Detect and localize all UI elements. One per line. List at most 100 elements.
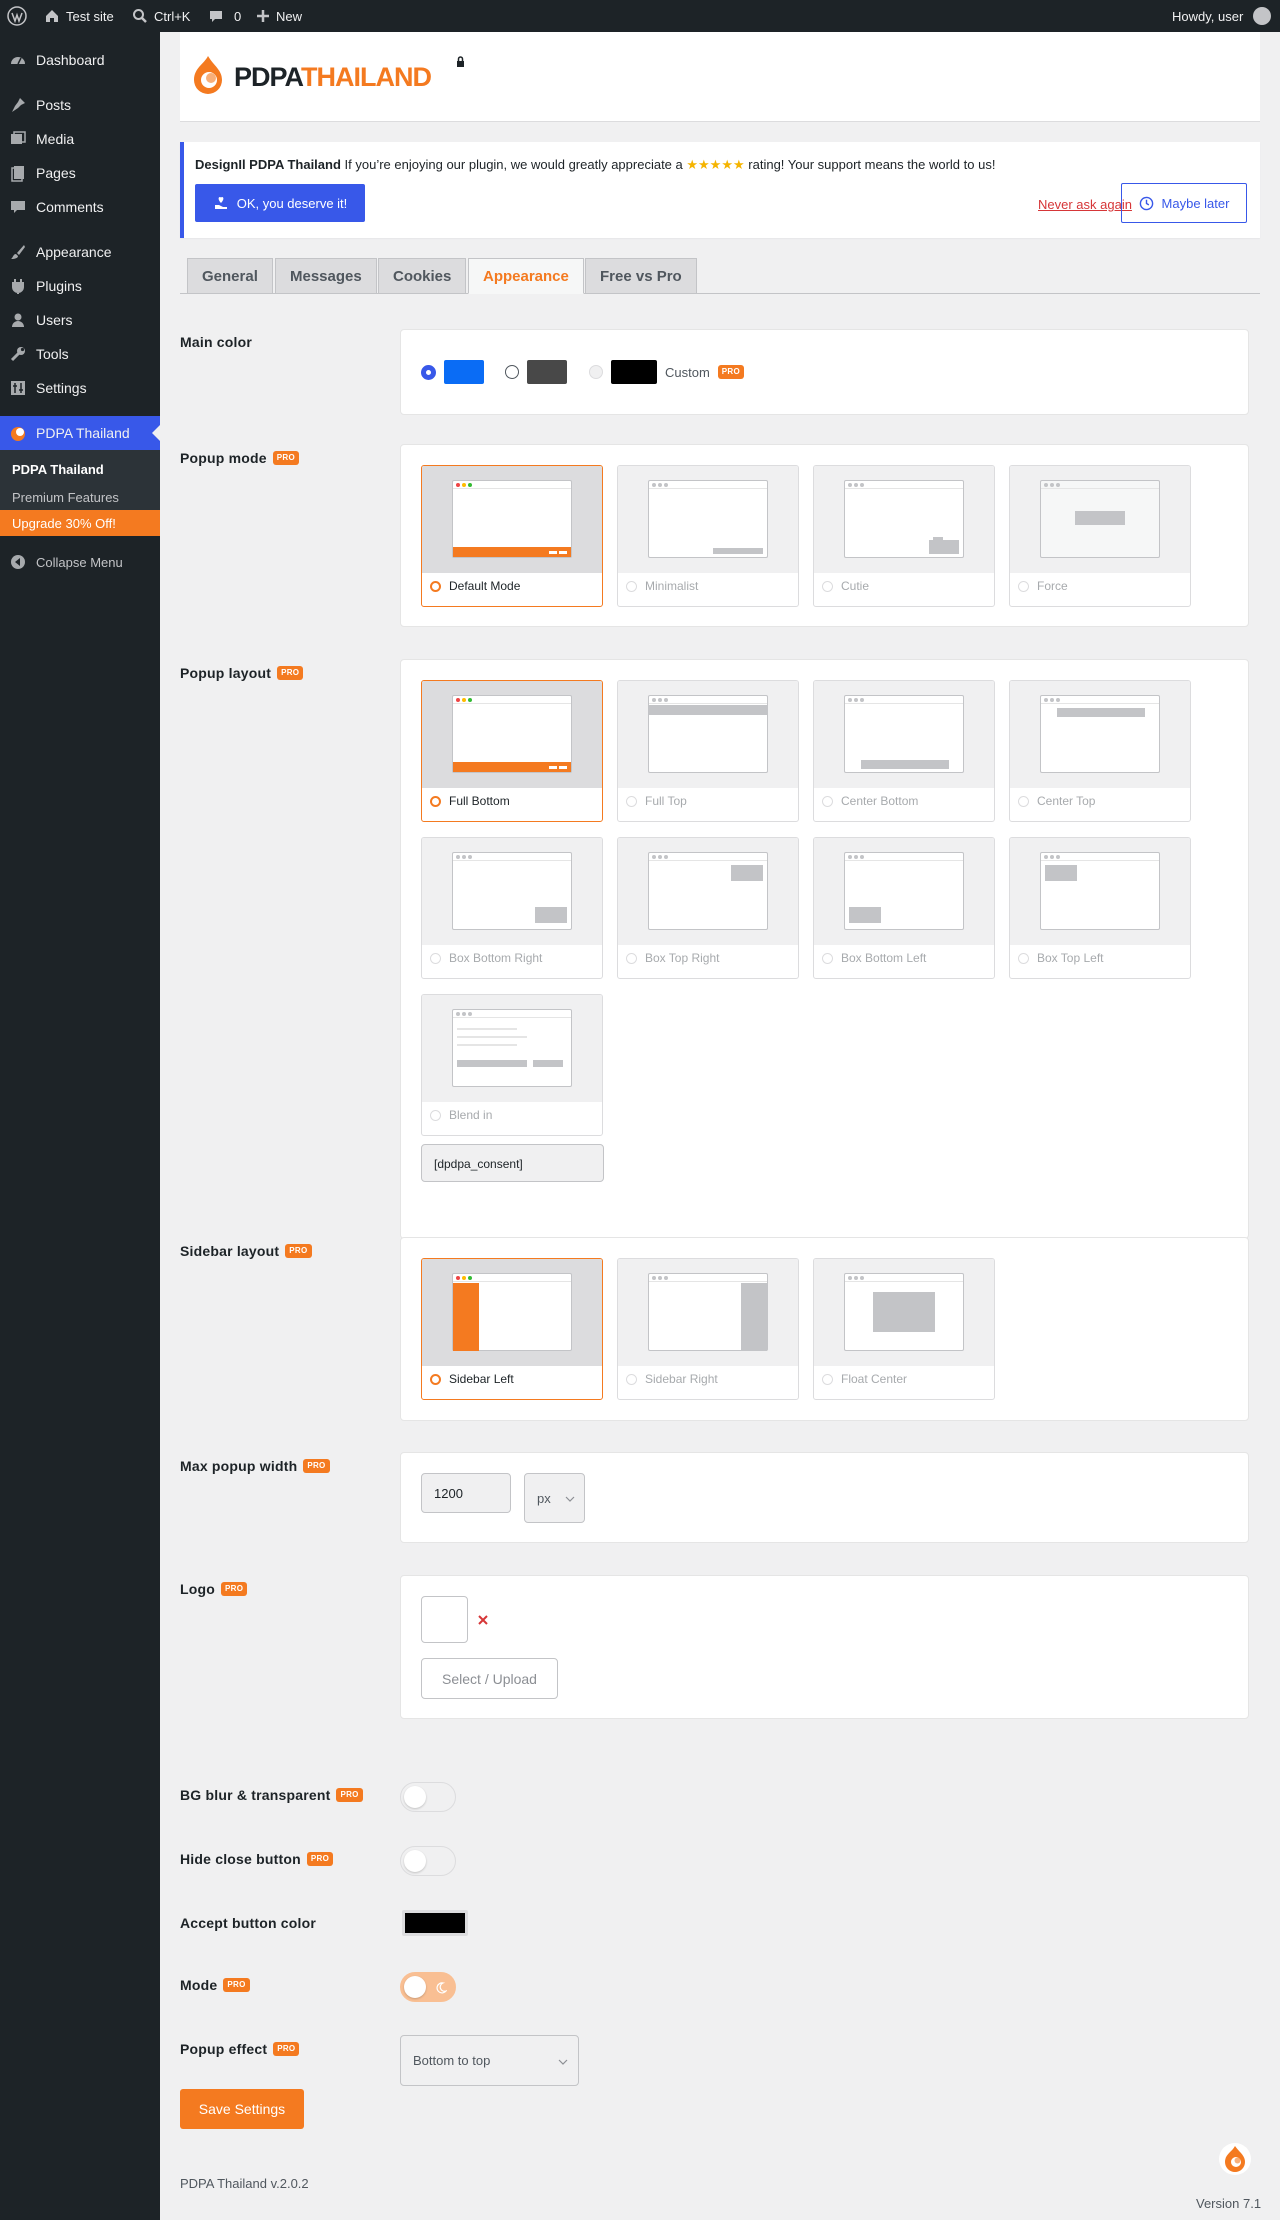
remove-logo-icon[interactable] xyxy=(477,1614,489,1626)
main-color-label: Main color xyxy=(180,334,253,350)
bg-blur-toggle[interactable] xyxy=(400,1782,456,1812)
layout-card-box-top-right[interactable]: Box Top Right xyxy=(617,837,799,979)
layout-label: Box Bottom Right xyxy=(449,951,543,965)
tab-general[interactable]: General xyxy=(187,258,273,293)
plugin-icon xyxy=(0,277,36,295)
mode-card-cutie[interactable]: Cutie xyxy=(813,465,995,607)
mode-card-minimalist[interactable]: Minimalist xyxy=(617,465,799,607)
dark-mode-toggle[interactable] xyxy=(400,1972,456,2002)
sidebar-card-right[interactable]: Sidebar Right xyxy=(617,1258,799,1400)
menu-dashboard[interactable]: Dashboard xyxy=(0,43,160,77)
command-palette-link[interactable]: Ctrl+K xyxy=(132,0,190,32)
mode-card-default[interactable]: Default Mode xyxy=(421,465,603,607)
pdpa-floating-logo-icon[interactable] xyxy=(1218,2142,1252,2176)
submenu-pdpa-thailand[interactable]: PDPA Thailand xyxy=(12,462,104,477)
mode-label: Cutie xyxy=(841,579,870,593)
paintbrush-icon xyxy=(0,243,36,261)
plus-icon xyxy=(257,10,269,22)
layout-card-box-top-left[interactable]: Box Top Left xyxy=(1009,837,1191,979)
layout-label: Full Top xyxy=(645,794,687,808)
notice-text-2: rating! Your support means the world to … xyxy=(748,157,996,172)
accept-color-picker[interactable] xyxy=(402,1910,468,1936)
comments-link[interactable]: 0 xyxy=(208,0,241,32)
settings-icon xyxy=(0,379,36,397)
unit-select[interactable]: px xyxy=(524,1473,585,1523)
maybe-later-button[interactable]: Maybe later xyxy=(1121,183,1247,223)
menu-media[interactable]: Media xyxy=(0,122,160,156)
menu-comments[interactable]: Comments xyxy=(0,190,160,224)
upgrade-label: Upgrade 30% Off! xyxy=(12,516,116,531)
pro-badge: PRO xyxy=(285,1244,312,1258)
avatar xyxy=(1253,7,1272,25)
radio xyxy=(822,1373,833,1385)
radio xyxy=(626,795,637,807)
color-option-custom[interactable]: Custom PRO xyxy=(589,360,745,384)
menu-pages[interactable]: Pages xyxy=(0,156,160,190)
site-name-link[interactable]: Test site xyxy=(44,0,114,32)
menu-tools[interactable]: Tools xyxy=(0,337,160,371)
menu-label: Dashboard xyxy=(36,52,105,68)
color-option-blue[interactable] xyxy=(421,360,484,384)
pro-badge: PRO xyxy=(223,1978,250,1992)
radio xyxy=(822,795,833,807)
site-name: Test site xyxy=(66,8,114,24)
ok-review-button[interactable]: OK, you deserve it! xyxy=(195,184,365,222)
color-swatch-gray xyxy=(527,360,567,384)
tab-appearance[interactable]: Appearance xyxy=(468,258,584,294)
plugin-logo-text: PDPATHAILAND xyxy=(234,62,432,92)
select-upload-button[interactable]: Select / Upload xyxy=(421,1658,558,1699)
radio xyxy=(430,1109,441,1121)
mode-label: Default Mode xyxy=(449,579,521,593)
layout-card-full-bottom[interactable]: Full Bottom xyxy=(421,680,603,822)
tab-cookies[interactable]: Cookies xyxy=(378,258,467,293)
max-width-label: Max popup width PRO xyxy=(180,1458,330,1474)
main-color-box: Custom PRO xyxy=(400,329,1249,415)
tab-messages[interactable]: Messages xyxy=(275,258,377,293)
popup-effect-select[interactable]: Bottom to top xyxy=(400,2035,579,2086)
save-settings-button[interactable]: Save Settings xyxy=(180,2089,304,2129)
account-menu[interactable]: Howdy, user xyxy=(1172,0,1272,32)
wordpress-logo-icon[interactable] xyxy=(7,0,27,32)
layout-label: Blend in xyxy=(449,1108,493,1122)
review-notice: DesignIl PDPA Thailand If you’re enjoyin… xyxy=(180,142,1260,238)
logo-box: Select / Upload xyxy=(400,1575,1249,1719)
logo-label: Logo PRO xyxy=(180,1581,248,1597)
moon-icon xyxy=(436,1982,447,1994)
menu-plugins[interactable]: Plugins xyxy=(0,269,160,303)
menu-users[interactable]: Users xyxy=(0,303,160,337)
mode-card-force[interactable]: Force xyxy=(1009,465,1191,607)
search-icon xyxy=(133,9,147,23)
color-swatch-blue xyxy=(444,360,484,384)
menu-appearance[interactable]: Appearance xyxy=(0,235,160,269)
sidebar-card-left[interactable]: Sidebar Left xyxy=(421,1258,603,1400)
menu-posts[interactable]: Posts xyxy=(0,88,160,122)
layout-card-blend-in[interactable]: Blend in xyxy=(421,994,603,1136)
layout-card-box-bottom-left[interactable]: Box Bottom Left xyxy=(813,837,995,979)
layout-label: Box Top Right xyxy=(645,951,720,965)
color-option-gray[interactable] xyxy=(505,360,567,384)
sidebar-card-float-center[interactable]: Float Center xyxy=(813,1258,995,1400)
lock-icon xyxy=(457,56,464,67)
upgrade-banner[interactable]: Upgrade 30% Off! xyxy=(0,510,160,536)
menu-settings[interactable]: Settings xyxy=(0,371,160,405)
radio xyxy=(626,1373,637,1385)
layout-card-center-bottom[interactable]: Center Bottom xyxy=(813,680,995,822)
new-content-link[interactable]: New xyxy=(256,0,302,32)
radio-selected xyxy=(430,580,441,592)
never-ask-link[interactable]: Never ask again xyxy=(1038,197,1132,212)
radio xyxy=(822,580,833,592)
pro-badge: PRO xyxy=(717,365,745,379)
popup-effect-label: Popup effect PRO xyxy=(180,2041,300,2057)
max-width-input[interactable]: 1200 xyxy=(421,1473,511,1513)
layout-card-box-bottom-right[interactable]: Box Bottom Right xyxy=(421,837,603,979)
submenu-premium-features[interactable]: Premium Features xyxy=(12,490,119,505)
layout-card-center-top[interactable]: Center Top xyxy=(1009,680,1191,822)
submenu: PDPA Thailand Premium Features Upgrade 3… xyxy=(0,450,160,536)
popup-layout-box: Full Bottom Full Top Center Bottom Cente… xyxy=(400,659,1249,1239)
hide-close-toggle[interactable] xyxy=(400,1846,456,1876)
menu-pdpa-thailand[interactable]: PDPA Thailand xyxy=(0,416,160,450)
shortcode-field[interactable]: [dpdpa_consent] xyxy=(421,1144,604,1182)
layout-card-full-top[interactable]: Full Top xyxy=(617,680,799,822)
collapse-menu-button[interactable]: Collapse Menu xyxy=(0,545,160,579)
tab-free-vs-pro[interactable]: Free vs Pro xyxy=(585,258,697,293)
